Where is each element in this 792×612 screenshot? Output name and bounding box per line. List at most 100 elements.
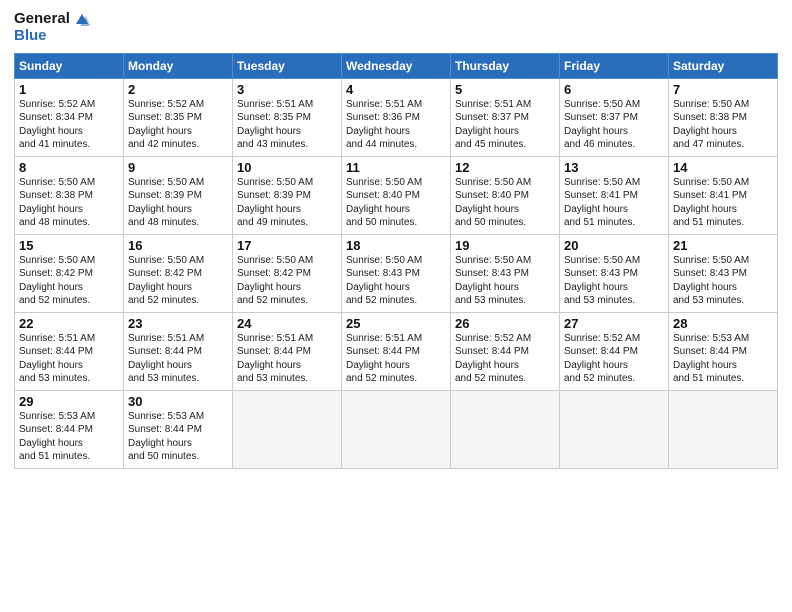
day-number: 13	[564, 160, 664, 175]
day-number: 14	[673, 160, 773, 175]
day-info: Sunrise: 5:51 AM Sunset: 8:37 PM Dayligh…	[455, 98, 555, 152]
day-number: 6	[564, 82, 664, 97]
day-number: 21	[673, 238, 773, 253]
day-number: 18	[346, 238, 446, 253]
calendar-cell: 9 Sunrise: 5:50 AM Sunset: 8:39 PM Dayli…	[124, 156, 233, 234]
calendar-cell: 23 Sunrise: 5:51 AM Sunset: 8:44 PM Dayl…	[124, 312, 233, 390]
day-info: Sunrise: 5:50 AM Sunset: 8:42 PM Dayligh…	[237, 254, 337, 308]
day-info: Sunrise: 5:50 AM Sunset: 8:41 PM Dayligh…	[564, 176, 664, 230]
day-info: Sunrise: 5:50 AM Sunset: 8:37 PM Dayligh…	[564, 98, 664, 152]
day-header-row: SundayMondayTuesdayWednesdayThursdayFrid…	[15, 53, 778, 78]
logo: General Blue	[14, 10, 90, 45]
day-number: 16	[128, 238, 228, 253]
calendar-cell: 18 Sunrise: 5:50 AM Sunset: 8:43 PM Dayl…	[342, 234, 451, 312]
day-of-week-header: Sunday	[15, 53, 124, 78]
day-info: Sunrise: 5:50 AM Sunset: 8:40 PM Dayligh…	[455, 176, 555, 230]
logo-arrow-icon	[72, 10, 90, 28]
day-number: 8	[19, 160, 119, 175]
day-info: Sunrise: 5:52 AM Sunset: 8:35 PM Dayligh…	[128, 98, 228, 152]
day-of-week-header: Monday	[124, 53, 233, 78]
calendar-cell: 4 Sunrise: 5:51 AM Sunset: 8:36 PM Dayli…	[342, 78, 451, 156]
calendar-cell: 5 Sunrise: 5:51 AM Sunset: 8:37 PM Dayli…	[451, 78, 560, 156]
calendar-table: SundayMondayTuesdayWednesdayThursdayFrid…	[14, 53, 778, 469]
day-info: Sunrise: 5:50 AM Sunset: 8:43 PM Dayligh…	[346, 254, 446, 308]
calendar-cell	[233, 390, 342, 468]
day-number: 17	[237, 238, 337, 253]
day-info: Sunrise: 5:50 AM Sunset: 8:43 PM Dayligh…	[673, 254, 773, 308]
calendar-week-row: 15 Sunrise: 5:50 AM Sunset: 8:42 PM Dayl…	[15, 234, 778, 312]
day-number: 3	[237, 82, 337, 97]
calendar-cell: 8 Sunrise: 5:50 AM Sunset: 8:38 PM Dayli…	[15, 156, 124, 234]
calendar-cell	[669, 390, 778, 468]
calendar-cell: 16 Sunrise: 5:50 AM Sunset: 8:42 PM Dayl…	[124, 234, 233, 312]
calendar-cell: 11 Sunrise: 5:50 AM Sunset: 8:40 PM Dayl…	[342, 156, 451, 234]
day-number: 24	[237, 316, 337, 331]
day-info: Sunrise: 5:51 AM Sunset: 8:44 PM Dayligh…	[237, 332, 337, 386]
calendar-week-row: 29 Sunrise: 5:53 AM Sunset: 8:44 PM Dayl…	[15, 390, 778, 468]
calendar-cell	[560, 390, 669, 468]
day-of-week-header: Tuesday	[233, 53, 342, 78]
calendar-week-row: 1 Sunrise: 5:52 AM Sunset: 8:34 PM Dayli…	[15, 78, 778, 156]
calendar-cell: 15 Sunrise: 5:50 AM Sunset: 8:42 PM Dayl…	[15, 234, 124, 312]
day-info: Sunrise: 5:50 AM Sunset: 8:39 PM Dayligh…	[237, 176, 337, 230]
day-info: Sunrise: 5:50 AM Sunset: 8:38 PM Dayligh…	[19, 176, 119, 230]
day-info: Sunrise: 5:52 AM Sunset: 8:44 PM Dayligh…	[455, 332, 555, 386]
day-number: 30	[128, 394, 228, 409]
day-number: 28	[673, 316, 773, 331]
day-number: 27	[564, 316, 664, 331]
calendar-cell: 25 Sunrise: 5:51 AM Sunset: 8:44 PM Dayl…	[342, 312, 451, 390]
calendar-cell: 1 Sunrise: 5:52 AM Sunset: 8:34 PM Dayli…	[15, 78, 124, 156]
day-info: Sunrise: 5:50 AM Sunset: 8:42 PM Dayligh…	[19, 254, 119, 308]
day-info: Sunrise: 5:51 AM Sunset: 8:36 PM Dayligh…	[346, 98, 446, 152]
day-number: 20	[564, 238, 664, 253]
day-info: Sunrise: 5:50 AM Sunset: 8:40 PM Dayligh…	[346, 176, 446, 230]
day-number: 11	[346, 160, 446, 175]
calendar-cell: 2 Sunrise: 5:52 AM Sunset: 8:35 PM Dayli…	[124, 78, 233, 156]
day-number: 19	[455, 238, 555, 253]
day-number: 10	[237, 160, 337, 175]
day-number: 22	[19, 316, 119, 331]
day-number: 29	[19, 394, 119, 409]
day-number: 7	[673, 82, 773, 97]
calendar-cell: 14 Sunrise: 5:50 AM Sunset: 8:41 PM Dayl…	[669, 156, 778, 234]
day-info: Sunrise: 5:51 AM Sunset: 8:35 PM Dayligh…	[237, 98, 337, 152]
day-number: 5	[455, 82, 555, 97]
day-number: 4	[346, 82, 446, 97]
day-info: Sunrise: 5:51 AM Sunset: 8:44 PM Dayligh…	[346, 332, 446, 386]
day-number: 2	[128, 82, 228, 97]
calendar-cell	[451, 390, 560, 468]
calendar-cell: 17 Sunrise: 5:50 AM Sunset: 8:42 PM Dayl…	[233, 234, 342, 312]
day-number: 9	[128, 160, 228, 175]
calendar-cell: 13 Sunrise: 5:50 AM Sunset: 8:41 PM Dayl…	[560, 156, 669, 234]
calendar-cell: 20 Sunrise: 5:50 AM Sunset: 8:43 PM Dayl…	[560, 234, 669, 312]
day-number: 26	[455, 316, 555, 331]
header: General Blue	[14, 10, 778, 45]
day-info: Sunrise: 5:50 AM Sunset: 8:42 PM Dayligh…	[128, 254, 228, 308]
calendar-week-row: 8 Sunrise: 5:50 AM Sunset: 8:38 PM Dayli…	[15, 156, 778, 234]
day-info: Sunrise: 5:53 AM Sunset: 8:44 PM Dayligh…	[673, 332, 773, 386]
day-of-week-header: Wednesday	[342, 53, 451, 78]
day-info: Sunrise: 5:53 AM Sunset: 8:44 PM Dayligh…	[19, 410, 119, 464]
day-info: Sunrise: 5:50 AM Sunset: 8:39 PM Dayligh…	[128, 176, 228, 230]
day-number: 25	[346, 316, 446, 331]
day-number: 23	[128, 316, 228, 331]
day-info: Sunrise: 5:51 AM Sunset: 8:44 PM Dayligh…	[19, 332, 119, 386]
logo-general: General	[14, 11, 70, 28]
logo-blue: Blue	[14, 28, 47, 45]
calendar-week-row: 22 Sunrise: 5:51 AM Sunset: 8:44 PM Dayl…	[15, 312, 778, 390]
calendar-cell: 24 Sunrise: 5:51 AM Sunset: 8:44 PM Dayl…	[233, 312, 342, 390]
day-info: Sunrise: 5:50 AM Sunset: 8:43 PM Dayligh…	[564, 254, 664, 308]
calendar-page: General Blue SundayMondayTuesdayWednesda…	[0, 0, 792, 612]
calendar-cell: 6 Sunrise: 5:50 AM Sunset: 8:37 PM Dayli…	[560, 78, 669, 156]
calendar-cell: 29 Sunrise: 5:53 AM Sunset: 8:44 PM Dayl…	[15, 390, 124, 468]
calendar-cell: 10 Sunrise: 5:50 AM Sunset: 8:39 PM Dayl…	[233, 156, 342, 234]
calendar-cell: 21 Sunrise: 5:50 AM Sunset: 8:43 PM Dayl…	[669, 234, 778, 312]
day-info: Sunrise: 5:52 AM Sunset: 8:34 PM Dayligh…	[19, 98, 119, 152]
calendar-body: 1 Sunrise: 5:52 AM Sunset: 8:34 PM Dayli…	[15, 78, 778, 468]
day-info: Sunrise: 5:50 AM Sunset: 8:43 PM Dayligh…	[455, 254, 555, 308]
calendar-cell: 30 Sunrise: 5:53 AM Sunset: 8:44 PM Dayl…	[124, 390, 233, 468]
day-info: Sunrise: 5:53 AM Sunset: 8:44 PM Dayligh…	[128, 410, 228, 464]
day-number: 1	[19, 82, 119, 97]
day-info: Sunrise: 5:50 AM Sunset: 8:41 PM Dayligh…	[673, 176, 773, 230]
day-info: Sunrise: 5:52 AM Sunset: 8:44 PM Dayligh…	[564, 332, 664, 386]
